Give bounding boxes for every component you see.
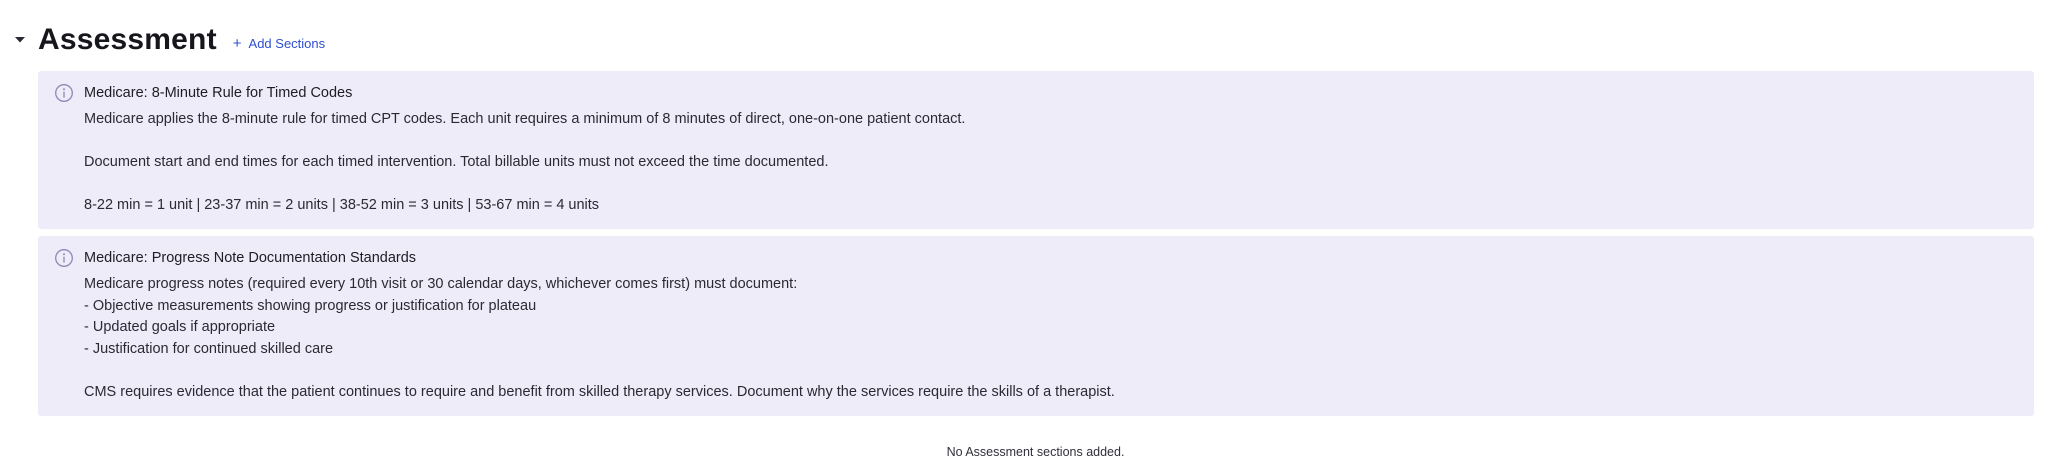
callout-line: 8-22 min = 1 unit | 23-37 min = 2 units …	[84, 197, 600, 214]
page-title: Assessment	[38, 23, 217, 56]
empty-state-message: No Assessment sections added.	[946, 445, 1125, 459]
callout-line: Medicare applies the 8-minute rule for t…	[84, 111, 966, 127]
callout-line: - Objective measurements showing progres…	[84, 297, 537, 314]
callout-line: CMS requires evidence that the patient c…	[84, 383, 1115, 400]
info-icon	[55, 84, 73, 102]
add-sections-label: Add Sections	[248, 35, 326, 51]
callout-title: Medicare: Progress Note Documentation St…	[84, 250, 417, 266]
callout-line: - Justification for continued skilled ca…	[84, 340, 334, 357]
info-icon	[55, 249, 73, 267]
callout-spacer	[84, 360, 1115, 382]
callout-title: Medicare: 8-Minute Rule for Timed Codes	[84, 85, 353, 101]
callout-body: Medicare applies the 8-minute rule for t…	[84, 109, 965, 217]
callout-line: - Updated goals if appropriate	[84, 319, 276, 336]
chevron-down-icon[interactable]	[9, 29, 31, 51]
callout-progress-note-standards: Medicare: Progress Note Documentation St…	[38, 236, 2034, 416]
callout-spacer	[84, 131, 965, 153]
callout-body: Medicare progress notes (required every …	[84, 274, 1115, 404]
callout-line: Medicare progress notes (required every …	[84, 276, 798, 292]
plus-icon: +	[232, 34, 242, 52]
add-sections-button[interactable]: + Add Sections	[233, 36, 325, 51]
callout-line: Document start and end times for each ti…	[84, 154, 829, 171]
callout-spacer	[84, 174, 965, 196]
section-header: Assessment + Add Sections	[0, 20, 325, 60]
callout-8-minute-rule: Medicare: 8-Minute Rule for Timed Codes …	[38, 71, 2034, 229]
